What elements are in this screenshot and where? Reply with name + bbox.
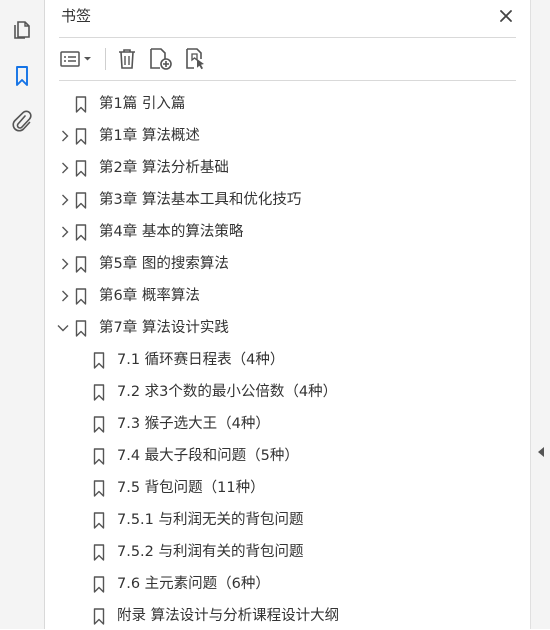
- bookmark-item[interactable]: 第4章 基本的算法策略: [62, 218, 244, 246]
- bookmark-label: 第1篇 引入篇: [99, 96, 186, 112]
- bookmark-icon: [16, 66, 28, 86]
- bookmark-item[interactable]: 第6章 概率算法: [62, 282, 200, 310]
- bookmark-item[interactable]: 第2章 算法分析基础: [62, 154, 229, 182]
- bookmark-item[interactable]: 7.1 循环赛日程表（4种）: [93, 346, 284, 374]
- bookmark-item[interactable]: 7.5.2 与利润有关的背包问题: [93, 538, 304, 566]
- bookmark-item[interactable]: 第1章 算法概述: [62, 122, 200, 150]
- bookmark-icon: [93, 479, 105, 497]
- bookmark-item[interactable]: 7.4 最大子段和问题（5种）: [93, 442, 299, 470]
- expand-chevron-icon[interactable]: [59, 290, 71, 302]
- delete-bookmark-button[interactable]: [116, 45, 138, 73]
- bookmark-item[interactable]: 第3章 算法基本工具和优化技巧: [62, 186, 302, 214]
- bookmarks-panel: 书签 第1篇 引入篇 第1章 算法概述 第2章 算法分析基础 第3章 算法基本工…: [45, 0, 530, 629]
- expand-chevron-icon[interactable]: [59, 130, 71, 142]
- new-bookmark-button[interactable]: [148, 45, 174, 73]
- bookmark-icon: [93, 543, 105, 561]
- bookmark-from-selection-button[interactable]: [184, 45, 208, 73]
- bookmark-item[interactable]: 第7章 算法设计实践: [57, 314, 229, 342]
- expand-chevron-icon[interactable]: [59, 226, 71, 238]
- bookmark-from-selection-icon: [186, 48, 204, 70]
- options-menu-icon: [60, 51, 91, 67]
- bookmark-item[interactable]: 附录 算法设计与分析课程设计大纲: [93, 602, 339, 630]
- bookmark-icon: [93, 511, 105, 529]
- bookmarks-toolbar: [59, 44, 218, 74]
- close-panel-button[interactable]: [496, 6, 516, 26]
- header-divider: [59, 37, 516, 38]
- paperclip-icon: [12, 110, 32, 132]
- collapse-chevron-icon[interactable]: [57, 322, 69, 334]
- bookmark-label: 第6章 概率算法: [99, 288, 200, 304]
- bookmark-icon: [93, 607, 105, 625]
- bookmark-label: 第7章 算法设计实践: [99, 320, 229, 336]
- bookmark-icon: [75, 159, 87, 177]
- bookmark-label: 7.5.1 与利润无关的背包问题: [117, 512, 304, 528]
- bookmark-item[interactable]: 7.6 主元素问题（6种）: [93, 570, 270, 598]
- delete-icon: [119, 49, 135, 69]
- bookmark-icon: [75, 191, 87, 209]
- bookmark-item[interactable]: 7.5.1 与利润无关的背包问题: [93, 506, 304, 534]
- bookmark-label: 第1章 算法概述: [99, 128, 200, 144]
- bookmarks-panel-button[interactable]: [8, 62, 36, 90]
- bookmark-icon: [75, 255, 87, 273]
- bookmark-icon: [75, 319, 87, 337]
- bookmark-label: 第2章 算法分析基础: [99, 160, 229, 176]
- bookmark-icon: [75, 223, 87, 241]
- bookmark-label: 7.2 求3个数的最小公倍数（4种）: [117, 384, 338, 400]
- expand-chevron-icon[interactable]: [59, 258, 71, 270]
- bookmark-label: 7.3 猴子选大王（4种）: [117, 416, 270, 432]
- toolbar-separator: [105, 48, 106, 70]
- bookmark-item[interactable]: 7.3 猴子选大王（4种）: [93, 410, 270, 438]
- panel-title: 书签: [61, 7, 92, 25]
- bookmark-icon: [75, 95, 87, 113]
- options-menu-button[interactable]: [59, 45, 95, 73]
- collapse-arrow-icon[interactable]: [536, 446, 546, 458]
- bookmark-item[interactable]: 第1篇 引入篇: [75, 90, 185, 118]
- bookmark-label: 7.5 背包问题（11种）: [117, 480, 265, 496]
- new-bookmark-icon: [150, 48, 172, 70]
- bookmark-label: 7.5.2 与利润有关的背包问题: [117, 544, 304, 560]
- pages-panel-button[interactable]: [8, 16, 36, 44]
- bookmark-item[interactable]: 7.5 背包问题（11种）: [93, 474, 265, 502]
- bookmark-label: 7.6 主元素问题（6种）: [117, 576, 270, 592]
- toolbar-divider: [59, 80, 516, 81]
- navigation-rail: [0, 0, 45, 629]
- bookmark-label: 附录 算法设计与分析课程设计大纲: [117, 608, 340, 624]
- bookmark-icon: [93, 351, 105, 369]
- expand-chevron-icon[interactable]: [59, 194, 71, 206]
- bookmark-item[interactable]: 7.2 求3个数的最小公倍数（4种）: [93, 378, 337, 406]
- bookmark-label: 第3章 算法基本工具和优化技巧: [99, 192, 302, 208]
- bookmark-icon: [75, 127, 87, 145]
- bookmark-label: 第5章 图的搜索算法: [99, 256, 229, 272]
- pages-icon: [14, 21, 30, 39]
- close-icon: [500, 10, 512, 22]
- attachments-panel-button[interactable]: [8, 108, 36, 136]
- pane-splitter[interactable]: [530, 0, 550, 629]
- bookmark-icon: [75, 287, 87, 305]
- bookmark-icon: [93, 447, 105, 465]
- bookmark-label: 7.1 循环赛日程表（4种）: [117, 352, 285, 368]
- bookmark-item[interactable]: 第5章 图的搜索算法: [62, 250, 229, 278]
- bookmark-label: 第4章 基本的算法策略: [99, 224, 244, 240]
- bookmark-label: 7.4 最大子段和问题（5种）: [117, 448, 299, 464]
- expand-chevron-icon[interactable]: [59, 162, 71, 174]
- bookmark-icon: [93, 415, 105, 433]
- bookmark-icon: [93, 383, 105, 401]
- bookmark-icon: [93, 575, 105, 593]
